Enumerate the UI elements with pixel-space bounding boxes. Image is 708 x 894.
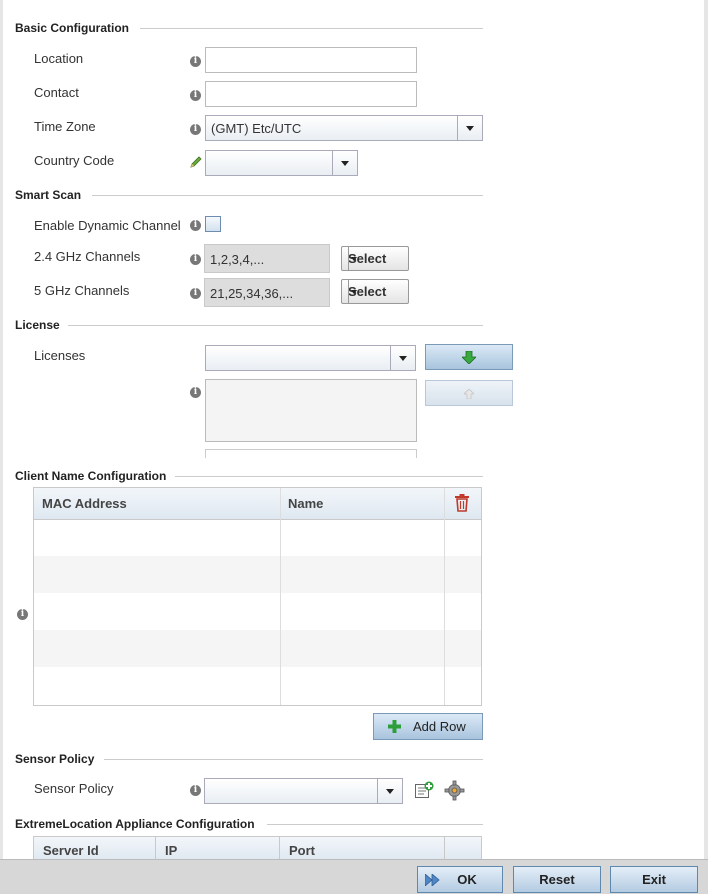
chevron-down-icon [390,346,415,370]
add-row-button[interactable]: Add Row [373,713,483,740]
table-row[interactable] [34,556,481,593]
pencil-icon[interactable] [189,155,203,169]
location-input[interactable] [205,47,417,73]
chevron-down-icon [348,280,360,303]
section-divider [175,476,483,477]
create-policy-icon[interactable] [415,781,434,799]
table-row[interactable] [34,593,481,630]
forward-icon [425,874,440,886]
country-code-label: Country Code [34,153,115,168]
ch24-value: 1,2,3,4,... [210,252,265,267]
column-header[interactable]: Server Id [43,843,99,858]
section-divider [92,195,483,196]
chevron-down-icon [348,247,360,270]
gear-icon[interactable] [444,780,465,801]
column-divider [155,837,156,860]
column-divider [444,837,445,860]
extremelocation-table: Server Id IP Port [33,836,482,860]
section-sensor-title: Sensor Policy [15,752,95,766]
sensor-policy-select[interactable] [204,778,403,804]
column-divider [444,488,445,705]
info-icon[interactable]: i [190,90,201,101]
chevron-down-icon [332,151,357,175]
contact-input[interactable] [205,81,417,107]
section-license-title: License [15,318,60,332]
reset-button[interactable]: Reset [513,866,601,893]
licenses-list-scrollbar[interactable] [205,449,417,458]
info-icon[interactable]: i [190,387,201,398]
contact-label: Contact [34,85,79,100]
table-header: MAC Address Name [34,488,481,520]
ch5-value: 21,25,34,36,... [210,286,294,301]
section-divider [104,759,483,760]
column-divider [279,837,280,860]
info-icon[interactable]: i [190,254,201,265]
footer-bar: OK Reset Exit [0,859,708,894]
section-smart-scan-title: Smart Scan [15,188,82,202]
info-icon[interactable]: i [190,56,201,67]
info-icon[interactable]: i [190,288,201,299]
ch5-field: 21,25,34,36,... [204,278,330,307]
trash-icon[interactable] [454,494,470,512]
arrow-up-icon [464,389,474,399]
dynamic-channel-checkbox[interactable] [205,216,221,232]
chevron-down-icon [377,779,402,803]
ch24-label: 2.4 GHz Channels [34,249,141,264]
info-icon[interactable]: i [190,220,201,231]
column-divider [280,488,281,705]
table-row[interactable] [34,667,481,704]
dynamic-channel-label: Enable Dynamic Channel [34,218,181,233]
info-icon[interactable]: i [17,609,28,620]
ok-button[interactable]: OK [417,866,503,893]
column-header[interactable]: Name [288,496,323,511]
column-header[interactable]: IP [165,843,177,858]
add-row-label: Add Row [413,719,466,734]
location-label: Location [34,51,84,66]
ch24-field: 1,2,3,4,... [204,244,330,273]
column-header[interactable]: MAC Address [42,496,127,511]
ch5-label: 5 GHz Channels [34,283,130,298]
ok-label: OK [457,872,477,887]
timezone-label: Time Zone [34,119,96,134]
page-left-border [0,0,3,860]
licenses-list[interactable] [205,379,417,442]
reset-label: Reset [539,872,575,887]
green-arrow-down-icon [462,351,476,364]
ch24-select-button[interactable]: Select [341,246,409,271]
page-right-border [704,0,708,860]
chevron-down-icon [457,116,482,140]
column-header[interactable]: Port [289,843,315,858]
section-divider [140,28,483,29]
exit-button[interactable]: Exit [610,866,698,893]
section-client-name-title: Client Name Configuration [15,469,167,483]
ch5-select-button[interactable]: Select [341,279,409,304]
client-name-table: MAC Address Name [33,487,482,706]
timezone-select[interactable]: (GMT) Etc/UTC [205,115,483,141]
section-divider [68,325,483,326]
table-row[interactable] [34,519,481,556]
info-icon[interactable]: i [190,785,201,796]
licenses-label: Licenses [34,348,86,363]
exit-label: Exit [642,872,666,887]
plus-icon [388,720,401,733]
timezone-value: (GMT) Etc/UTC [211,121,302,136]
country-code-select[interactable] [205,150,358,176]
sensor-policy-label: Sensor Policy [34,781,114,796]
licenses-select[interactable] [205,345,416,371]
license-remove-button[interactable] [425,380,513,406]
section-divider [267,824,483,825]
section-basic-title: Basic Configuration [15,21,130,35]
table-row[interactable] [34,630,481,667]
info-icon[interactable]: i [190,124,201,135]
section-extremelocation-title: ExtremeLocation Appliance Configuration [15,817,255,831]
license-add-button[interactable] [425,344,513,370]
